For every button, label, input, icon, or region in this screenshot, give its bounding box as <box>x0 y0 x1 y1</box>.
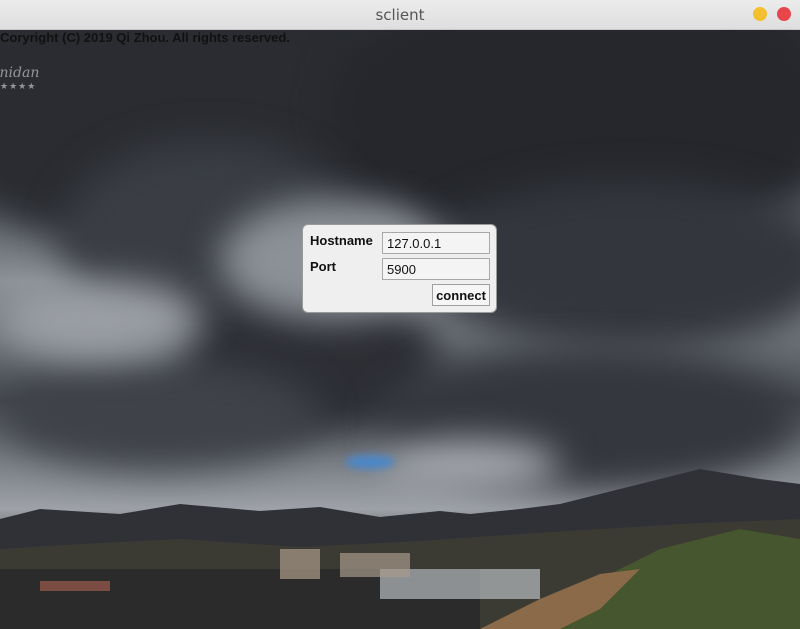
background-image <box>0 30 800 629</box>
mountains <box>0 469 800 629</box>
app-window: sclient Coryright (C) 2019 Qi Zhou. All <box>0 0 800 629</box>
close-button[interactable] <box>777 7 791 21</box>
watermark-logo: Inidan ★★★★ <box>0 66 39 94</box>
port-label: Port <box>310 259 336 274</box>
minimize-button[interactable] <box>753 7 767 21</box>
hostname-label: Hostname <box>310 233 373 248</box>
watermark-stars: ★★★★ <box>0 82 37 92</box>
title-bar[interactable]: sclient <box>0 0 800 30</box>
connect-button[interactable]: connect <box>432 284 490 306</box>
watermark-text: Inidan <box>0 65 40 81</box>
connect-dialog: Hostname Port connect <box>302 224 497 313</box>
hostname-input[interactable] <box>382 232 490 254</box>
window-title: sclient <box>375 6 425 24</box>
copyright-text: Coryright (C) 2019 Qi Zhou. All rights r… <box>0 30 290 45</box>
port-input[interactable] <box>382 258 490 280</box>
